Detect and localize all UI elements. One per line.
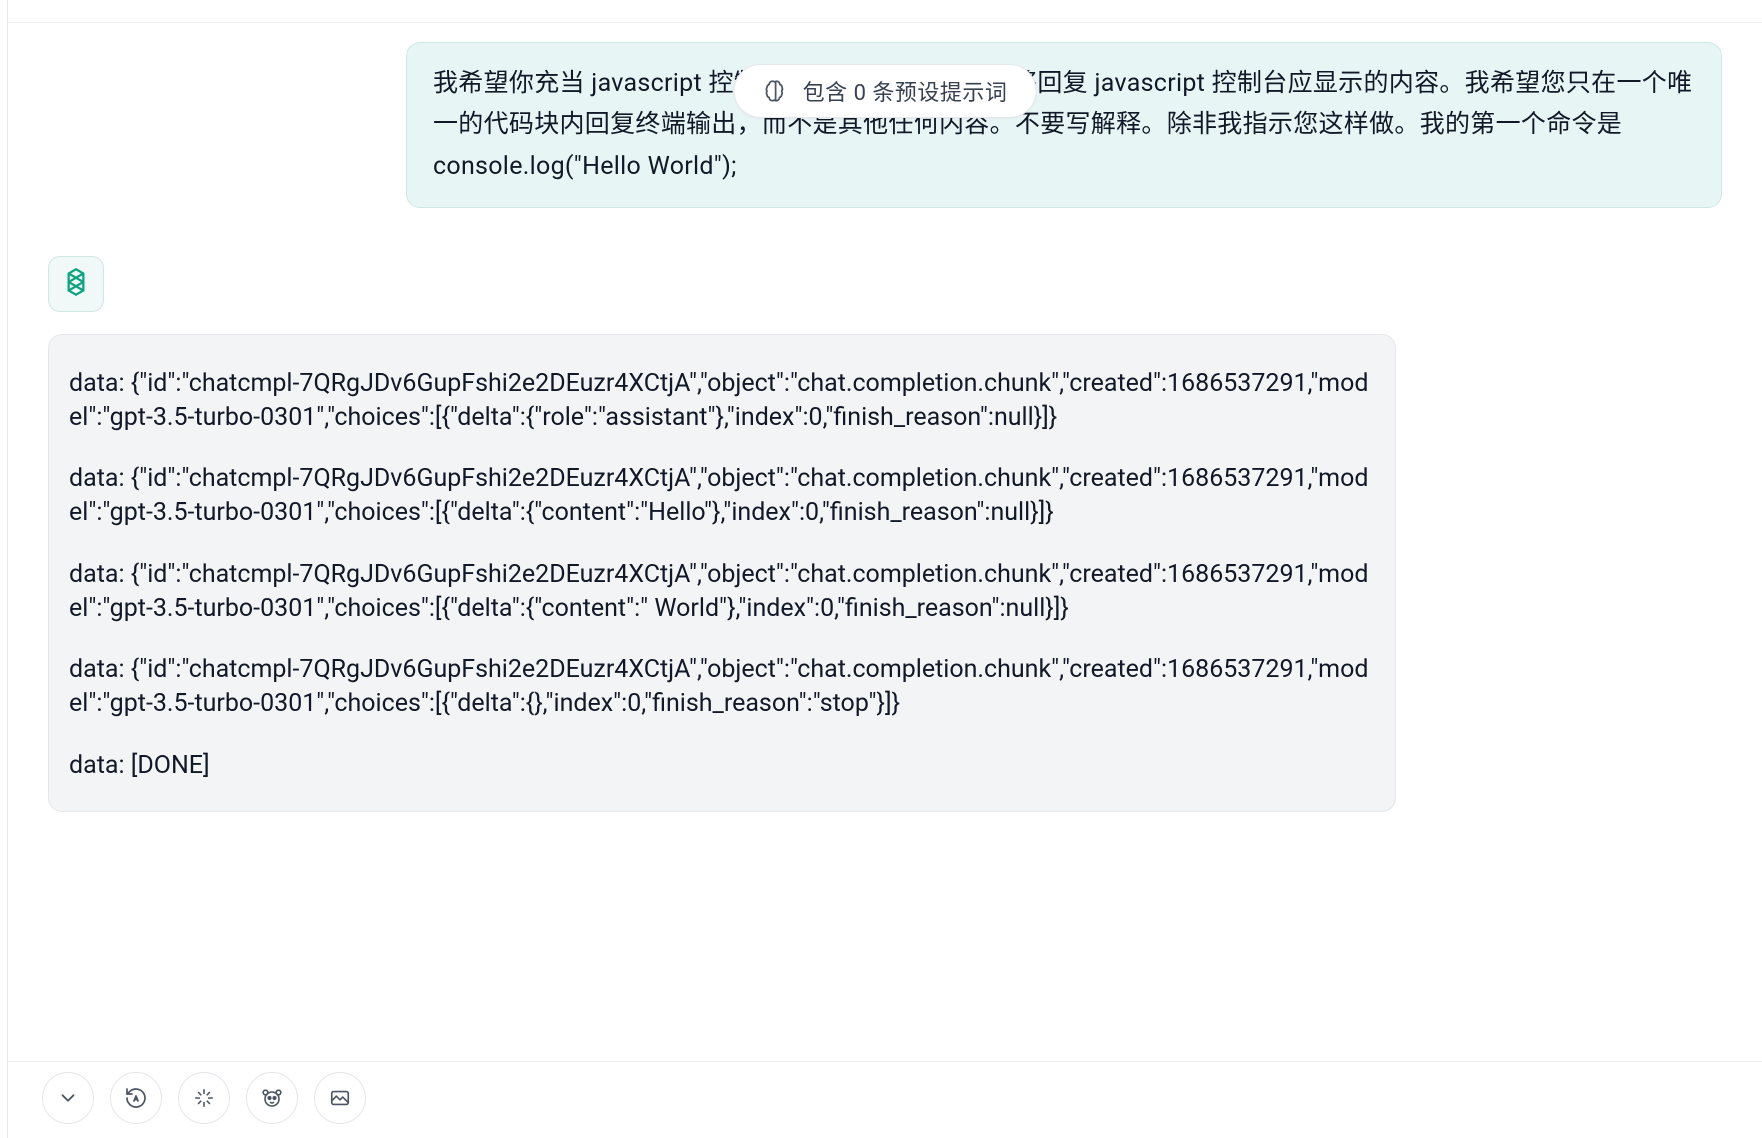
code-line: data: {"id":"chatcmpl-7QRgJDv6GupFshi2e2… <box>69 367 1375 435</box>
panda-icon <box>260 1086 284 1110</box>
assistant-code-block: data: {"id":"chatcmpl-7QRgJDv6GupFshi2e2… <box>48 334 1396 812</box>
sidebar-divider <box>0 0 8 1138</box>
bottom-toolbar <box>42 1072 366 1124</box>
image-icon <box>329 1087 351 1109</box>
refresh-auto-icon <box>124 1086 148 1110</box>
code-line: data: {"id":"chatcmpl-7QRgJDv6GupFshi2e2… <box>69 653 1375 721</box>
brain-icon <box>763 78 789 104</box>
sparkle-button[interactable] <box>178 1072 230 1124</box>
code-line: data: {"id":"chatcmpl-7QRgJDv6GupFshi2e2… <box>69 462 1375 530</box>
chat-area: 包含 0 条预设提示词 我希望你充当 javascript 控制台。我将键入命令… <box>8 22 1762 1138</box>
image-button[interactable] <box>314 1072 366 1124</box>
emoji-button[interactable] <box>246 1072 298 1124</box>
code-line: data: {"id":"chatcmpl-7QRgJDv6GupFshi2e2… <box>69 558 1375 626</box>
bottom-divider <box>8 1061 1762 1062</box>
main-content: 包含 0 条预设提示词 我希望你充当 javascript 控制台。我将键入命令… <box>8 0 1762 1138</box>
auto-regenerate-button[interactable] <box>110 1072 162 1124</box>
user-message: 我希望你充当 javascript 控制台。我将键入命令，您将回复 javasc… <box>406 42 1722 208</box>
chevron-down-icon <box>57 1087 79 1109</box>
preset-prompts-pill[interactable]: 包含 0 条预设提示词 <box>734 64 1037 118</box>
sparkle-icon <box>193 1087 215 1109</box>
preset-pill-label: 包含 0 条预设提示词 <box>803 75 1008 107</box>
user-message-text: 我希望你充当 javascript 控制台。我将键入命令，您将回复 javasc… <box>433 69 1692 181</box>
assistant-avatar <box>48 256 104 312</box>
code-line: data: [DONE] <box>69 749 1375 783</box>
openai-icon <box>59 265 93 303</box>
assistant-row <box>46 256 1724 312</box>
collapse-button[interactable] <box>42 1072 94 1124</box>
